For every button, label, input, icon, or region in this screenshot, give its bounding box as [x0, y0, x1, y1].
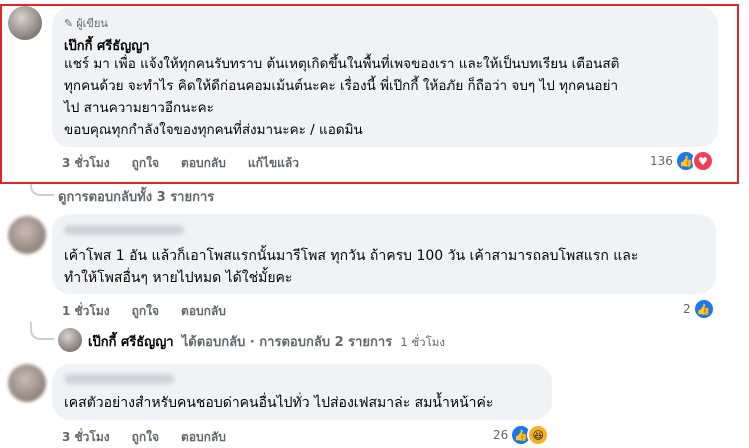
- comment-text: แชร์ มา เพื่อ แจ้งให้ทุกคนรับทราบ ต้นเหต…: [64, 53, 709, 141]
- comment-actions: 1 ชั่วโมง ถูกใจ ตอบกลับ: [62, 302, 248, 321]
- reply-summary-text: ได้ตอบกลับ · การตอบกลับ 2 รายการ: [181, 335, 393, 350]
- reaction-summary[interactable]: 136 👍 ♥: [650, 150, 714, 172]
- comment-time[interactable]: 3 ชั่วโมง: [62, 154, 110, 173]
- comment-actions: 3 ชั่วโมง ถูกใจ ตอบกลับ แก้ไขแล้ว: [62, 154, 321, 173]
- like-button[interactable]: ถูกใจ: [132, 428, 159, 447]
- comment-line: ไป สานความยาวอีกนะคะ: [64, 100, 214, 116]
- comment-time[interactable]: 1 ชั่วโมง: [62, 302, 110, 321]
- comment-time[interactable]: 3 ชั่วโมง: [62, 428, 110, 447]
- author-badge-label: ผู้เขียน: [76, 17, 108, 30]
- reaction-summary[interactable]: 26 👍 😆: [493, 424, 550, 446]
- like-icon: 👍: [692, 298, 715, 320]
- reply-button[interactable]: ตอบกลับ: [181, 154, 226, 173]
- view-replies-link[interactable]: ดูการตอบกลับทั้ง 3 รายการ: [58, 186, 214, 207]
- reply-author: เป๊กกี้ ศรีธัญญา: [88, 335, 174, 350]
- thread-connector: [30, 322, 54, 340]
- comment-text: เค้าโพส 1 อัน แล้วก็เอาโพสแรกนั้นมารีโพส…: [64, 245, 638, 289]
- like-button[interactable]: ถูกใจ: [132, 302, 159, 321]
- comment-line: เค้าโพส 1 อัน แล้วก็เอาโพสแรกนั้นมารีโพส…: [64, 248, 639, 264]
- comment-line: ทุกคนด้วย จะทำไร คิดให้ดีก่อนคอมเม้นต์นะ…: [64, 78, 619, 94]
- comment-actions: 3 ชั่วโมง ถูกใจ ตอบกลับ: [62, 428, 248, 447]
- avatar[interactable]: [58, 328, 82, 352]
- comment-line: ทำให้โพสอื่นๆ หายไปหมด ได้ใช่มั้ยคะ: [64, 270, 293, 286]
- like-button[interactable]: ถูกใจ: [132, 154, 159, 173]
- reaction-count: 26: [493, 428, 509, 442]
- comment-line: แชร์ มา เพื่อ แจ้งให้ทุกคนรับทราบ ต้นเหต…: [64, 56, 620, 72]
- reaction-count: 136: [650, 154, 673, 168]
- reply-button[interactable]: ตอบกลับ: [181, 428, 226, 447]
- reply-button[interactable]: ตอบกลับ: [181, 302, 226, 321]
- avatar[interactable]: [8, 216, 46, 254]
- avatar[interactable]: [8, 6, 42, 40]
- reply-summary-time: 1 ชั่วโมง: [400, 335, 445, 349]
- avatar[interactable]: [8, 364, 46, 402]
- comment-bubble: เค้าโพส 1 อัน แล้วก็เอาโพสแรกนั้นมารีโพส…: [52, 214, 716, 294]
- reaction-count: 2: [683, 302, 691, 316]
- redacted-author-name: [64, 374, 174, 384]
- edited-label[interactable]: แก้ไขแล้ว: [248, 154, 299, 173]
- love-icon: ♥: [691, 150, 714, 172]
- haha-icon: 😆: [527, 424, 550, 446]
- reaction-summary[interactable]: 2 👍: [683, 298, 715, 320]
- thread-connector: [30, 184, 54, 196]
- pencil-icon: ✎: [64, 16, 74, 30]
- author-badge: ✎ ผู้เขียน: [64, 14, 108, 32]
- comment-bubble: ✎ ผู้เขียน เป๊กกี้ ศรีธัญญา แชร์ มา เพื่…: [52, 7, 718, 147]
- comment-text: เคสตัวอย่างสำหรับคนชอบด่าคนอื่นไปทั่ว ไป…: [64, 395, 494, 411]
- comment-line: ขอบคุณทุกกำลังใจของทุกคนที่ส่งมานะคะ / แ…: [64, 122, 363, 138]
- redacted-author-name: [64, 225, 184, 235]
- reply-summary[interactable]: เป๊กกี้ ศรีธัญญา ได้ตอบกลับ · การตอบกลับ…: [88, 331, 445, 352]
- comment-bubble: เคสตัวอย่างสำหรับคนชอบด่าคนอื่นไปทั่ว ไป…: [52, 364, 552, 420]
